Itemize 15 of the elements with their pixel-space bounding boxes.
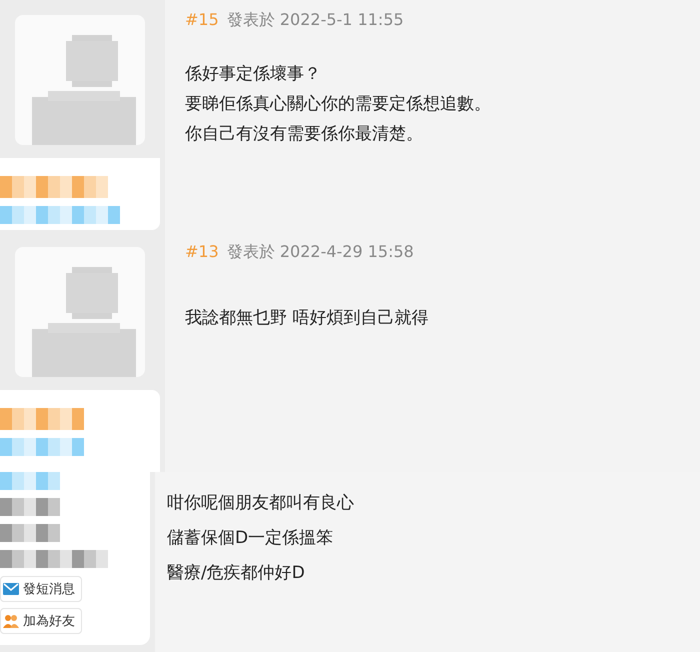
quote-text: 咁你呢個朋友都叫有良心: [167, 492, 355, 515]
quote-text: 儲蓄保個D一定係搵笨: [167, 527, 334, 550]
add-friend-button[interactable]: 加為好友: [0, 608, 82, 634]
post-text: 係好事定係壞事？: [185, 63, 322, 86]
envelope-icon: [3, 583, 19, 595]
person-silhouette-icon: [32, 35, 136, 145]
post-text: 你自己有沒有需要係你最清楚。: [185, 123, 424, 146]
post-text: 要睇佢係真心關心你的需要定係想追數。: [185, 93, 492, 116]
quote-text: 醫療/危疾都仲好D: [167, 562, 306, 585]
post-time: 發表於 2022-4-29 15:58: [226, 242, 414, 263]
people-icon: [3, 614, 19, 628]
message-button[interactable]: 發短消息: [0, 576, 82, 602]
post-time: 發表於 2022-5-1 11:55: [226, 10, 404, 31]
post-text: 我諗都無乜野 唔好煩到自己就得: [185, 307, 430, 330]
person-silhouette-icon: [32, 267, 136, 377]
